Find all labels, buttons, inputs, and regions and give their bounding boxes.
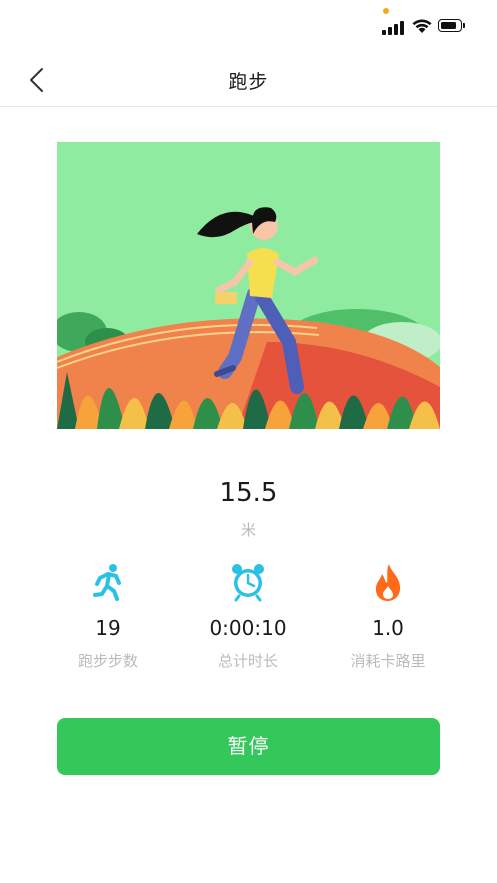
cellular-signal-icon [382,19,404,35]
page-title: 跑步 [228,71,269,93]
wifi-icon [412,19,432,33]
pause-button[interactable]: 暂停 [57,718,440,775]
recording-indicator-dot [383,8,389,14]
alarm-clock-icon [232,564,264,602]
battery-icon [438,19,466,34]
running-person-icon [93,564,121,601]
stat-steps-label: 跑步步数 [77,652,138,670]
stat-calories: 1.0 消耗卡路里 [323,562,453,671]
flame-icon [375,564,401,601]
running-illustration [57,142,440,429]
nav-bar: 跑步 [0,54,497,107]
stat-duration-value: 0:00:10 [209,616,287,640]
stat-duration-label: 总计时长 [217,652,278,670]
stat-steps: 19 跑步步数 [43,562,173,671]
status-bar [0,0,497,54]
stat-duration: 0:00:10 总计时长 [183,562,313,671]
distance-unit: 米 [240,521,256,539]
stat-calories-label: 消耗卡路里 [350,652,426,670]
distance-value: 15.5 [219,478,278,508]
stat-calories-value: 1.0 [372,616,404,640]
stat-steps-value: 19 [95,616,121,640]
